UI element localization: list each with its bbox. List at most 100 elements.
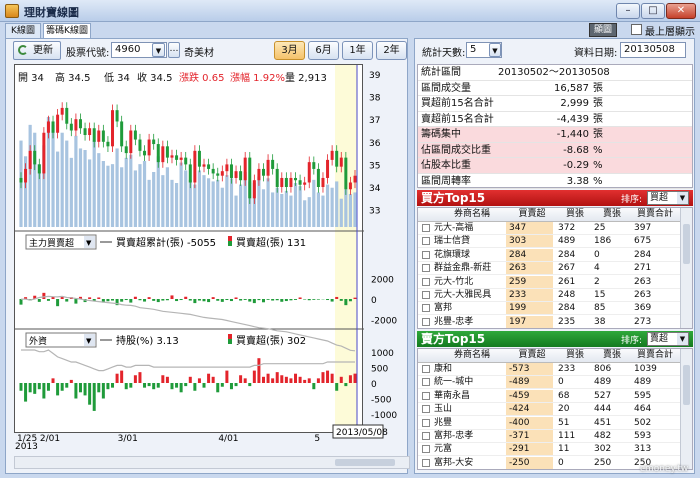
- candle-body: [101, 130, 105, 142]
- candle-body: [74, 119, 78, 131]
- indicator-bar: [348, 375, 352, 383]
- display-button[interactable]: 顯圖: [589, 23, 617, 37]
- stock-code-dropdown-icon[interactable]: ▼: [152, 43, 165, 57]
- row-checkbox[interactable]: [422, 264, 430, 273]
- minimize-button[interactable]: –: [616, 3, 640, 19]
- row-checkbox[interactable]: [422, 365, 430, 373]
- row-checkbox[interactable]: [422, 432, 430, 440]
- grid-row[interactable]: 群益金鼎-新莊 263 267 4 271: [418, 262, 680, 276]
- indicator-bar: [97, 297, 101, 299]
- candle-body: [248, 157, 252, 199]
- range-1y-button[interactable]: 1年: [342, 41, 373, 60]
- grid-header-cell[interactable]: 券商名稱: [434, 208, 510, 221]
- indicator-line-legend-2: 持股(%) 3.13: [116, 334, 179, 347]
- grid-row[interactable]: 瑞士信貸 303 489 186 675: [418, 235, 680, 249]
- data-date-input[interactable]: 20130508: [620, 42, 686, 58]
- grid-header-cell[interactable]: 買張: [558, 208, 592, 221]
- row-checkbox[interactable]: [422, 405, 430, 414]
- row-checkbox[interactable]: [422, 317, 430, 326]
- indicator-bar: [294, 299, 298, 300]
- legend-bar-up-icon: [228, 334, 232, 339]
- grid-cell: 261: [558, 276, 576, 287]
- always-on-top-checkbox[interactable]: [631, 24, 642, 35]
- indicator-bar: [69, 379, 73, 383]
- maximize-button[interactable]: □: [641, 3, 665, 19]
- grid-row[interactable]: 統一-城中 -489 0 489 489: [418, 376, 680, 390]
- grid-cell: 250: [594, 457, 612, 468]
- indicator-bar: [202, 299, 206, 302]
- volume-bar: [101, 161, 105, 227]
- row-checkbox[interactable]: [422, 291, 430, 299]
- row-checkbox[interactable]: [422, 277, 430, 286]
- grid-cell: 玉山: [434, 404, 453, 415]
- tab-chip-kline[interactable]: 籌碼K線圖: [43, 23, 91, 38]
- grid-cell: 675: [634, 236, 652, 247]
- indicator-bar: [184, 296, 188, 299]
- grid-row[interactable]: 玉山 -424 20 444 464: [418, 403, 680, 417]
- indicator-bar: [24, 383, 28, 402]
- row-checkbox[interactable]: [422, 418, 430, 427]
- grid-row[interactable]: 元富 -291 11 302 313: [418, 443, 680, 457]
- indicator-bar: [152, 299, 156, 301]
- chart-horizontal-scrollbar[interactable]: [14, 456, 410, 469]
- stat-days-dropdown-icon[interactable]: ▼: [489, 43, 501, 57]
- grid-header-cell[interactable]: 買賣合計: [634, 349, 676, 362]
- row-checkbox[interactable]: [422, 304, 430, 313]
- tab-kline[interactable]: K線圖: [5, 23, 41, 38]
- candle-body: [312, 162, 316, 169]
- grid-row[interactable]: 花旗環球 284 284 0 284: [418, 248, 680, 262]
- candle-body: [46, 121, 50, 133]
- stat-row: 佔區間成交比重 -8.68%: [418, 142, 692, 158]
- grid-row[interactable]: 元大-大雅民具 233 248 15 263: [418, 289, 680, 302]
- candle-body: [202, 164, 206, 167]
- grid-row[interactable]: 兆豐-忠孝 197 235 38 273: [418, 315, 680, 328]
- indicator-bar: [252, 299, 256, 304]
- candle-body: [138, 139, 142, 151]
- grid-row[interactable]: 富邦 199 284 85 369: [418, 302, 680, 316]
- volume-bar: [330, 187, 334, 227]
- sell-sort-select[interactable]: 賣超 ▼: [647, 332, 689, 346]
- grid-row[interactable]: 富邦-忠孝 -371 111 482 593: [418, 430, 680, 443]
- indicator-bar: [42, 383, 46, 399]
- row-checkbox[interactable]: [422, 445, 430, 454]
- grid-row[interactable]: 康和 -573 233 806 1039: [418, 363, 680, 376]
- row-checkbox[interactable]: [422, 378, 430, 387]
- volume-bar: [348, 194, 353, 227]
- close-button[interactable]: ✕: [666, 3, 696, 19]
- grid-header-cell[interactable]: 賣張: [594, 349, 630, 362]
- grid-cell: 313: [634, 444, 652, 455]
- grid-row[interactable]: 兆豐 -400 51 451 502: [418, 416, 680, 430]
- candle-body: [69, 123, 73, 131]
- row-checkbox[interactable]: [422, 237, 430, 246]
- candle-body: [37, 164, 41, 174]
- grid-cell: 元富: [434, 444, 453, 455]
- dropdown-arrow-icon[interactable]: ▼: [677, 333, 688, 345]
- row-checkbox[interactable]: [422, 391, 430, 400]
- volume-bar: [206, 178, 211, 227]
- stat-row: 佔股本比重 -0.29%: [418, 158, 692, 174]
- grid-scrollbar[interactable]: [680, 208, 692, 328]
- buy-sort-select[interactable]: 買超 ▼: [647, 191, 689, 205]
- indicator-bar: [193, 299, 197, 304]
- grid-row[interactable]: 華南永昌 -459 68 527 595: [418, 389, 680, 403]
- grid-scrollbar[interactable]: [680, 349, 692, 469]
- grid-row[interactable]: 元大-竹北 259 261 2 263: [418, 275, 680, 289]
- row-checkbox[interactable]: [422, 224, 430, 232]
- grid-header-cell[interactable]: 買賣超: [506, 349, 558, 362]
- grid-header-cell[interactable]: 券商名稱: [434, 349, 510, 362]
- row-checkbox[interactable]: [422, 250, 430, 259]
- grid-header-cell[interactable]: 賣張: [594, 208, 630, 221]
- grid-row[interactable]: 元大-高福 347 372 25 397: [418, 222, 680, 235]
- grid-header-cell[interactable]: 買張: [558, 349, 592, 362]
- grid-cell: -291: [506, 443, 553, 456]
- range-3m-button[interactable]: 3月: [274, 41, 305, 60]
- grid-cell: 花旗環球: [434, 249, 471, 260]
- grid-header-cell[interactable]: 買賣超: [506, 208, 558, 221]
- stat-key: 佔股本比重: [421, 160, 471, 171]
- grid-header-cell[interactable]: 買賣合計: [634, 208, 676, 221]
- range-2y-button[interactable]: 2年: [376, 41, 407, 60]
- stock-code-more-button[interactable]: …: [168, 42, 180, 58]
- row-checkbox[interactable]: [422, 458, 430, 467]
- dropdown-arrow-icon[interactable]: ▼: [677, 192, 688, 204]
- range-6m-button[interactable]: 6月: [308, 41, 339, 60]
